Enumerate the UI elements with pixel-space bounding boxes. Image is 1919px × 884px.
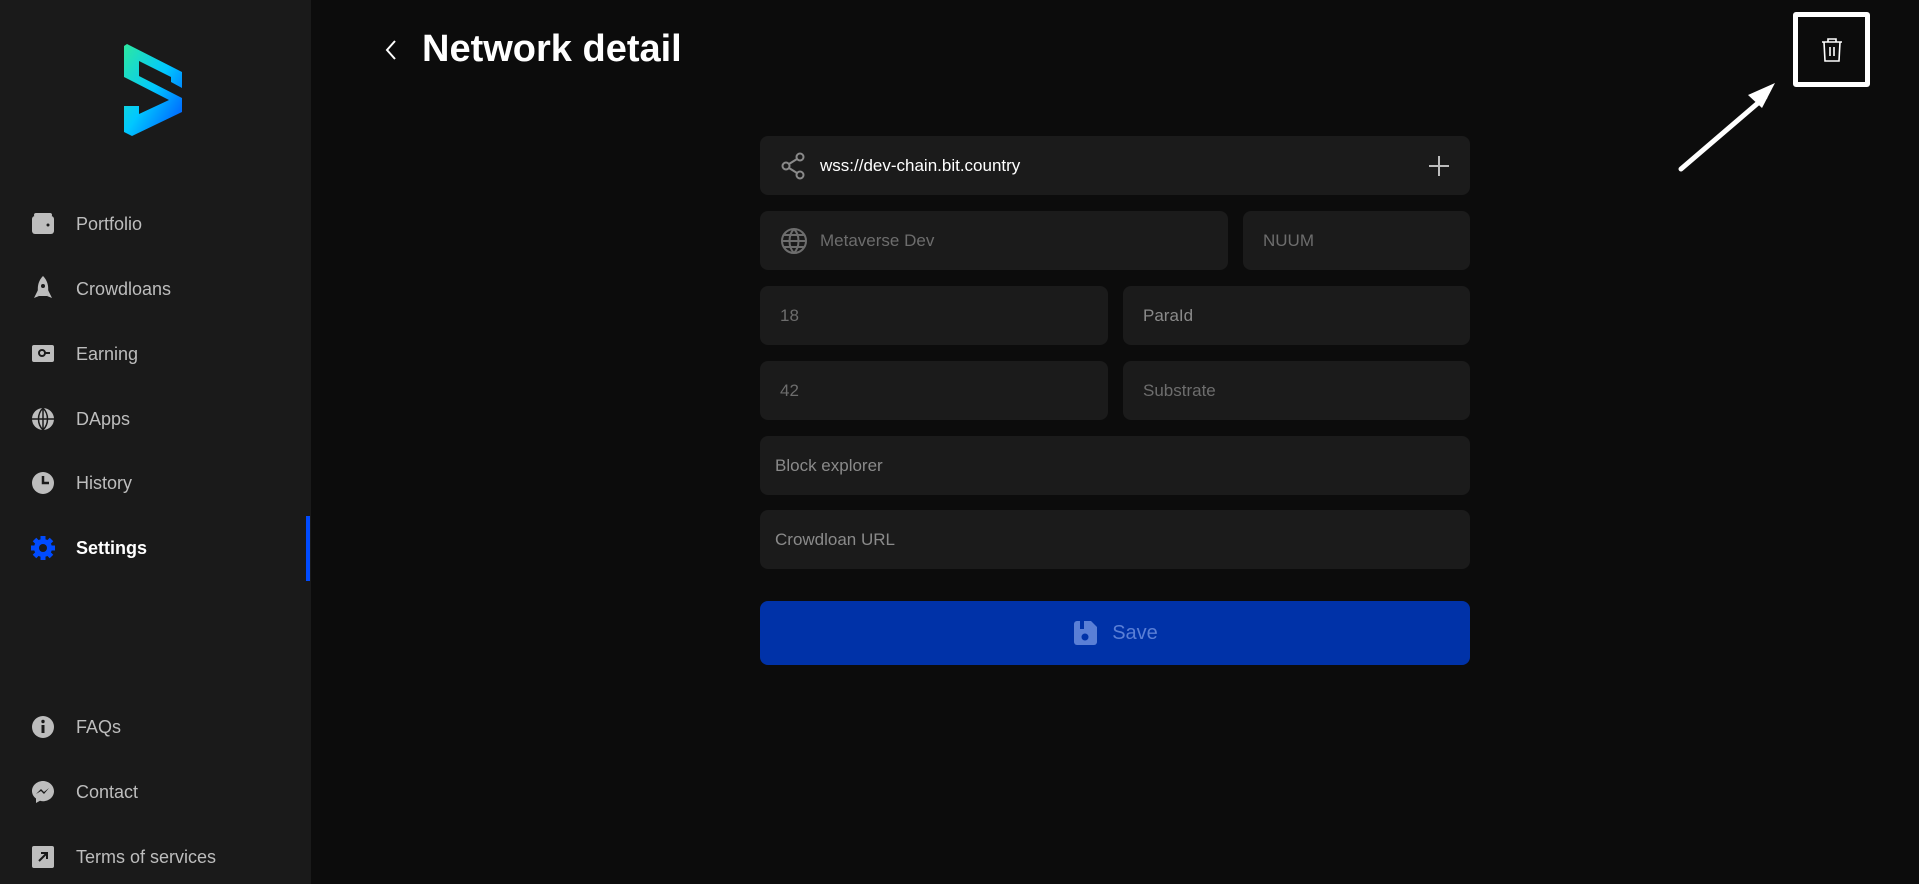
sidebar-item-label: History <box>76 472 133 493</box>
network-name-input[interactable] <box>820 230 1208 251</box>
sidebar-item-portfolio[interactable]: Portfolio <box>30 204 142 244</box>
page-header: Network detail <box>380 28 682 71</box>
save-button[interactable]: Save <box>760 601 1470 665</box>
safe-icon <box>30 341 56 367</box>
back-chevron-icon[interactable] <box>380 38 404 62</box>
clock-icon <box>30 470 56 496</box>
app-logo <box>124 44 182 136</box>
symbol-input[interactable] <box>1263 230 1450 251</box>
symbol-field[interactable] <box>1243 211 1470 270</box>
sidebar-item-dapps[interactable]: DApps <box>30 399 130 439</box>
wallet-icon <box>30 211 56 237</box>
block-explorer-input[interactable] <box>775 455 1450 476</box>
floppy-disk-icon <box>1074 621 1098 645</box>
sidebar-item-label: Terms of services <box>76 846 217 867</box>
sidebar-item-label: Crowdloans <box>76 278 172 299</box>
network-name-field[interactable] <box>760 211 1228 270</box>
sidebar-item-crowdloans[interactable]: Crowdloans <box>30 269 171 309</box>
save-label: Save <box>1112 621 1158 644</box>
external-link-icon <box>30 844 56 870</box>
active-indicator <box>306 516 310 581</box>
globe-icon <box>781 227 807 254</box>
gear-icon <box>30 535 56 561</box>
plus-icon[interactable] <box>1428 155 1450 177</box>
provider-url-field[interactable] <box>760 136 1470 195</box>
ss58-prefix-input[interactable] <box>780 380 1088 401</box>
rocket-icon <box>30 276 56 302</box>
ss58-prefix-field[interactable] <box>760 361 1108 420</box>
trash-icon <box>1821 37 1842 62</box>
sidebar-item-contact[interactable]: Contact <box>30 772 138 812</box>
messenger-icon <box>30 779 56 805</box>
provider-url-input[interactable] <box>820 155 1428 176</box>
sidebar-item-terms[interactable]: Terms of services <box>30 837 216 877</box>
annotation-arrow <box>1678 83 1775 172</box>
sidebar-item-label: FAQs <box>76 716 122 737</box>
globe-icon <box>30 406 56 432</box>
crowdloan-url-input[interactable] <box>775 529 1450 550</box>
sidebar-item-settings[interactable]: Settings <box>30 528 147 568</box>
decimals-input[interactable] <box>780 305 1088 326</box>
sidebar-item-label: DApps <box>76 408 131 429</box>
chain-type-input[interactable] <box>1143 380 1450 401</box>
sidebar-item-faqs[interactable]: FAQs <box>30 707 121 747</box>
info-icon <box>30 714 56 740</box>
sidebar: Portfolio Crowdloans Earning DApps Histo… <box>0 0 311 884</box>
crowdloan-url-field[interactable] <box>760 510 1470 569</box>
block-explorer-field[interactable] <box>760 436 1470 495</box>
sidebar-item-label: Contact <box>76 781 139 802</box>
sidebar-item-label: Earning <box>76 343 139 364</box>
sidebar-item-history[interactable]: History <box>30 463 132 503</box>
sidebar-item-label: Settings <box>76 537 148 558</box>
share-icon <box>781 152 805 179</box>
decimals-field[interactable] <box>760 286 1108 345</box>
chain-type-field[interactable] <box>1123 361 1470 420</box>
para-id-input[interactable] <box>1143 305 1450 326</box>
page-title: Network detail <box>422 28 682 70</box>
sidebar-item-earning[interactable]: Earning <box>30 334 138 374</box>
delete-network-button[interactable] <box>1793 12 1870 87</box>
para-id-field[interactable] <box>1123 286 1470 345</box>
sidebar-item-label: Portfolio <box>76 213 143 234</box>
